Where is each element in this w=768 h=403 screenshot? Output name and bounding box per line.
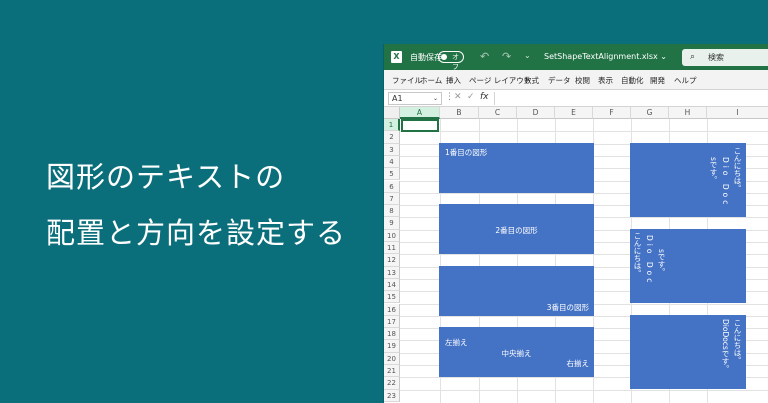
shape-2[interactable]: 2番目の図形	[439, 204, 594, 254]
tab-automate[interactable]: 自動化	[621, 75, 644, 86]
column-header-h[interactable]: H	[669, 107, 707, 119]
row-header-8[interactable]: 8	[384, 205, 400, 218]
shape-5-text-col-2: Dio Doc	[721, 157, 730, 208]
name-box[interactable]: A1 ⌄	[388, 92, 442, 105]
row-header-6[interactable]: 6	[384, 180, 400, 193]
tab-help[interactable]: ヘルプ	[674, 75, 697, 86]
row-header-23[interactable]: 23	[384, 389, 400, 402]
tab-developer[interactable]: 開発	[650, 75, 665, 86]
insert-function-icon[interactable]: fx	[480, 92, 489, 102]
row-header-20[interactable]: 20	[384, 352, 400, 365]
row-header-18[interactable]: 18	[384, 328, 400, 341]
title-bar: X 自動保存 オフ ↶ ↷ ⌄ SetShapeTextAlignment.xl…	[384, 44, 768, 71]
shape-4-left-text: 左揃え	[445, 338, 468, 347]
column-header-d[interactable]: D	[517, 107, 555, 119]
shape-4-right-text: 右揃え	[566, 359, 590, 368]
redo-icon[interactable]: ↷	[502, 50, 511, 63]
tab-view[interactable]: 表示	[598, 75, 613, 86]
shape-5[interactable]: こんにちは。 Dio Doc sです。	[630, 143, 746, 217]
cancel-icon[interactable]: ✕	[454, 92, 462, 102]
row-header-7[interactable]: 7	[384, 192, 400, 206]
row-header-4[interactable]: 4	[384, 155, 400, 169]
quick-access-dropdown-icon[interactable]: ⌄	[524, 51, 531, 60]
shape-1-text: 1番目の図形	[445, 148, 488, 157]
selected-cell-a1[interactable]	[401, 119, 439, 132]
row-header-12[interactable]: 12	[384, 254, 400, 267]
headline-line-1: 図形のテキストの	[46, 160, 286, 194]
column-header-b[interactable]: B	[440, 107, 479, 119]
row-header-22[interactable]: 22	[384, 377, 400, 390]
column-header-a[interactable]: A	[400, 107, 440, 119]
undo-icon[interactable]: ↶	[480, 50, 489, 63]
shape-2-text: 2番目の図形	[495, 226, 538, 235]
tab-review[interactable]: 校閲	[575, 75, 590, 86]
ribbon-tabs: ファイル ホーム 挿入 ページ レイアウト 数式 データ 校閲 表示 自動化 開…	[384, 70, 768, 89]
enter-icon[interactable]: ✓	[467, 92, 475, 102]
shape-5-text-col-1: こんにちは。	[733, 147, 742, 192]
shape-7-text-col-2: DioDocsです。	[721, 319, 730, 373]
tab-home[interactable]: ホーム	[420, 75, 442, 86]
tab-page-layout[interactable]: ページ レイアウト	[469, 75, 531, 86]
row-header-5[interactable]: 5	[384, 168, 400, 181]
formula-bar-grip-icon: ⋮	[445, 92, 454, 102]
row-header-16[interactable]: 16	[384, 303, 400, 316]
shape-7-text-col-1: こんにちは。	[733, 319, 742, 364]
row-header-17[interactable]: 17	[384, 315, 400, 329]
row-header-9[interactable]: 9	[384, 217, 400, 230]
headline-line-2: 配置と方向を設定する	[46, 216, 347, 250]
search-box[interactable]: ⌕ 検索	[682, 49, 768, 66]
autosave-toggle[interactable]: オフ	[438, 51, 464, 71]
row-header-21[interactable]: 21	[384, 365, 400, 378]
file-name[interactable]: SetShapeTextAlignment.xlsx ⌄	[544, 52, 667, 61]
shape-6[interactable]: sです。 Dio Doc こんにちは。	[630, 229, 746, 303]
shape-3-text: 3番目の図形	[546, 303, 589, 312]
shape-1[interactable]: 1番目の図形	[439, 143, 594, 193]
name-box-value: A1	[392, 94, 403, 103]
shape-6-text-col-1: sです。	[657, 249, 666, 276]
row-header-14[interactable]: 14	[384, 278, 400, 292]
shape-6-text-col-3: こんにちは。	[633, 232, 642, 277]
shape-3[interactable]: 3番目の図形	[439, 266, 594, 316]
row-header-1[interactable]: 1	[384, 119, 400, 132]
search-icon: ⌕	[690, 52, 696, 62]
shape-5-text-col-3: sです。	[709, 157, 718, 184]
row-header-11[interactable]: 11	[384, 242, 400, 255]
grid-line	[400, 389, 768, 391]
name-box-dropdown-icon[interactable]: ⌄	[433, 93, 438, 104]
row-header-13[interactable]: 13	[384, 266, 400, 279]
formula-input[interactable]	[494, 92, 768, 105]
shape-6-text-col-2: Dio Doc	[645, 235, 654, 286]
tab-data[interactable]: データ	[548, 75, 571, 86]
worksheet-grid[interactable]: A B C D E F G H I 1 2 3 4 5 6 7 8 9 10 1…	[384, 107, 768, 403]
grid-line	[400, 131, 768, 133]
search-placeholder: 検索	[708, 53, 724, 62]
select-all-corner[interactable]	[384, 107, 400, 119]
autosave-state: オフ	[452, 53, 459, 71]
column-header-g[interactable]: G	[631, 107, 669, 119]
row-header-10[interactable]: 10	[384, 229, 400, 242]
tab-insert[interactable]: 挿入	[446, 75, 461, 86]
row-header-19[interactable]: 19	[384, 340, 400, 353]
tab-file[interactable]: ファイル	[392, 75, 422, 86]
column-header-f[interactable]: F	[593, 107, 631, 119]
excel-window: X 自動保存 オフ ↶ ↷ ⌄ SetShapeTextAlignment.xl…	[383, 44, 768, 403]
column-header-i[interactable]: I	[707, 107, 768, 119]
row-header-15[interactable]: 15	[384, 291, 400, 304]
shape-7[interactable]: こんにちは。 DioDocsです。	[630, 315, 746, 389]
row-header-2[interactable]: 2	[384, 131, 400, 144]
column-header-c[interactable]: C	[479, 107, 517, 119]
formula-bar: A1 ⌄ ⋮ ✕ ✓ fx	[384, 89, 768, 107]
tab-formulas[interactable]: 数式	[524, 75, 539, 86]
row-header-3[interactable]: 3	[384, 143, 400, 156]
shape-4[interactable]: 左揃え 中央揃え 右揃え	[439, 327, 594, 377]
excel-app-icon: X	[391, 51, 402, 63]
column-header-e[interactable]: E	[555, 107, 593, 119]
